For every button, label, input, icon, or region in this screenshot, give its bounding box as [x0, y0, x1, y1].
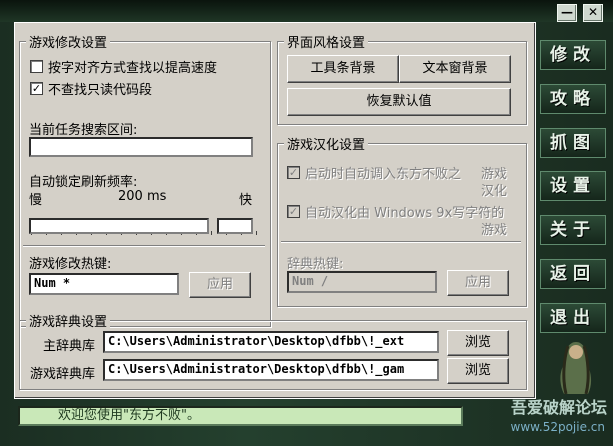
- main-dict-browse-button[interactable]: 浏览: [447, 330, 509, 356]
- game-dict-label: 游戏辞典库: [30, 367, 96, 382]
- skip-readonly-checkbox[interactable]: ✓: [30, 82, 43, 95]
- divider: [23, 245, 265, 247]
- sidebar-item-guide[interactable]: 攻略: [540, 84, 606, 114]
- freq-value: 200 ms: [118, 189, 167, 204]
- dict-hotkey-input[interactable]: Num /: [287, 271, 437, 293]
- hotkey-label: 游戏修改热键:: [29, 257, 112, 272]
- hotkey-apply-button[interactable]: 应用: [189, 272, 251, 298]
- title-bar: [0, 0, 613, 22]
- sidebar-item-settings[interactable]: 设置: [540, 171, 606, 201]
- main-dict-label: 主辞典库: [43, 339, 96, 354]
- watermark-text: 吾爱破解论坛: [510, 398, 607, 417]
- refresh-freq-label: 自动锁定刷新频率:: [29, 175, 138, 190]
- auto-load-checkbox[interactable]: ✓: [287, 166, 300, 179]
- fast-label: 快: [239, 193, 253, 208]
- freq-slider-track[interactable]: [29, 218, 209, 234]
- sidebar-item-exit[interactable]: 退出: [540, 303, 606, 333]
- hotkey-input[interactable]: Num *: [29, 273, 179, 295]
- sidebar-item-capture[interactable]: 抓图: [540, 128, 606, 158]
- localization-title: 游戏汉化设置: [284, 134, 369, 153]
- sidebar-item-back[interactable]: 返回: [540, 259, 606, 289]
- search-range-input[interactable]: [29, 137, 253, 157]
- search-range-label: 当前任务搜索区间:: [29, 123, 138, 138]
- auto-hanhua-label: 自动汉化由 Windows 9x写字符的: [305, 206, 505, 221]
- toolbar-bg-button[interactable]: 工具条背景: [287, 55, 399, 83]
- textwin-bg-button[interactable]: 文本窗背景: [399, 55, 511, 83]
- auto-load-label-3: 汉化: [481, 184, 508, 199]
- divider: [281, 241, 521, 243]
- slow-label: 慢: [29, 193, 43, 208]
- sidebar-item-modify[interactable]: 修改: [540, 40, 606, 70]
- align-search-label: 按字对齐方式查找以提高速度: [48, 61, 218, 76]
- auto-hanhua-label-2: 游戏: [481, 223, 508, 238]
- settings-panel: 游戏修改设置 按字对齐方式查找以提高速度 ✓ 不查找只读代码段 当前任务搜索区间…: [14, 22, 536, 399]
- skip-readonly-label: 不查找只读代码段: [48, 83, 153, 98]
- watermark-url: www.52pojie.cn: [510, 420, 605, 434]
- status-bar: 欢迎您使用"东方不败"。: [18, 406, 463, 426]
- auto-load-label: 启动时自动调入东方不败之: [305, 167, 462, 182]
- align-search-checkbox[interactable]: [30, 60, 43, 73]
- game-mod-settings-title: 游戏修改设置: [26, 32, 111, 51]
- sidebar-item-about[interactable]: 关于: [540, 215, 606, 245]
- freq-slider-thumb[interactable]: [217, 218, 253, 234]
- minimize-button[interactable]: —: [557, 4, 577, 22]
- game-dict-browse-button[interactable]: 浏览: [447, 358, 509, 384]
- game-dict-input[interactable]: C:\Users\Administrator\Desktop\dfbb\!_ga…: [103, 359, 439, 381]
- close-button[interactable]: ✕: [583, 4, 603, 22]
- auto-hanhua-checkbox[interactable]: ✓: [287, 205, 300, 218]
- main-dict-input[interactable]: C:\Users\Administrator\Desktop\dfbb\!_ex…: [103, 331, 439, 353]
- character-figure-image: [546, 338, 606, 396]
- ui-style-title: 界面风格设置: [284, 32, 369, 51]
- restore-defaults-button[interactable]: 恢复默认值: [287, 88, 511, 116]
- dict-hotkey-label: 辞典热键:: [287, 257, 344, 272]
- dict-hotkey-apply-button[interactable]: 应用: [447, 270, 509, 296]
- dictionary-title: 游戏辞典设置: [26, 311, 111, 330]
